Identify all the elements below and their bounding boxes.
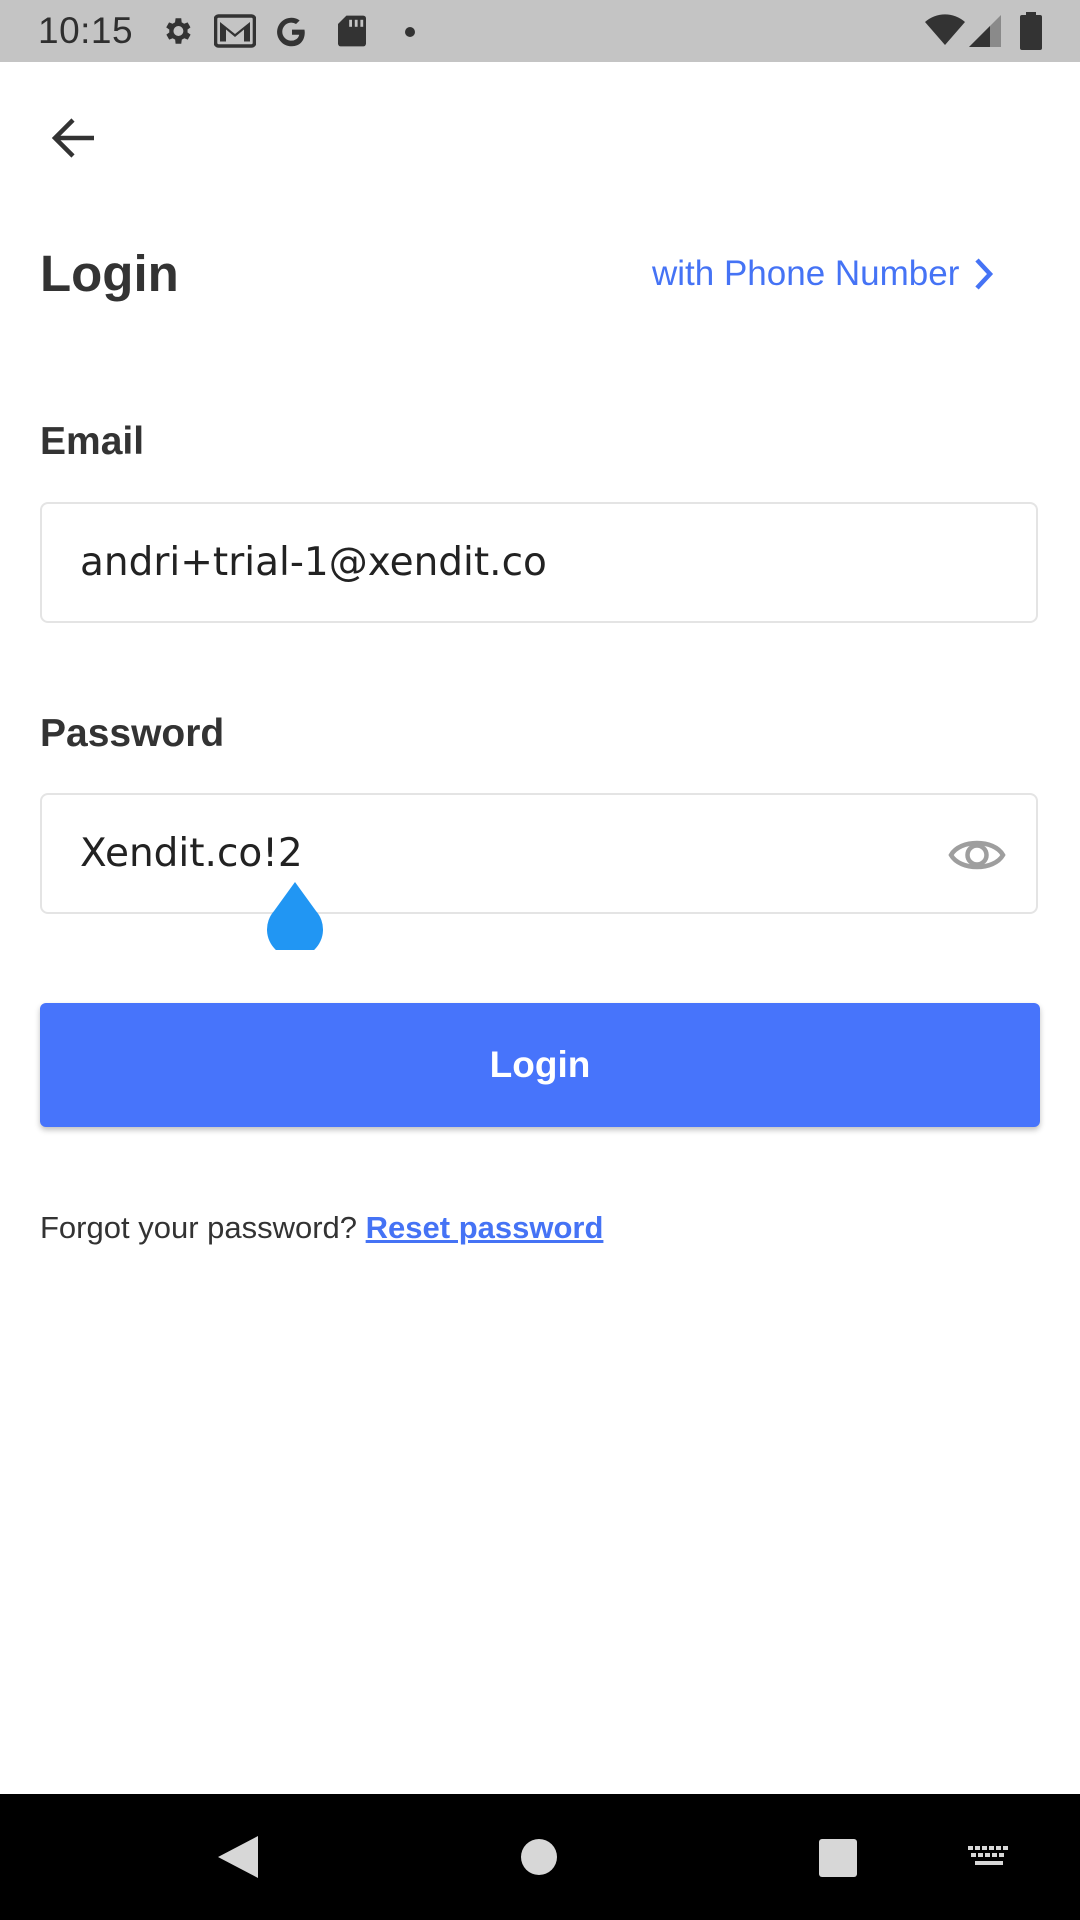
phone-number-login-link[interactable]: with Phone Number [652,248,995,300]
password-field[interactable]: Xendit.co!2 [40,793,1038,914]
password-label: Password [40,712,225,755]
phone-number-login-label: with Phone Number [652,254,960,293]
status-bar: 10:15 [0,0,1080,62]
settings-icon [166,18,191,44]
password-field-value: Xendit.co!2 [80,831,303,876]
google-icon [277,17,305,47]
login-button[interactable]: Login [40,1003,1040,1127]
dot-icon [405,27,415,37]
navigation-bar [0,1794,1080,1920]
home-circle-icon[interactable] [520,1838,558,1876]
arrow-left-icon [51,118,94,158]
status-time: 10:15 [38,10,134,51]
recents-square-icon[interactable] [818,1838,858,1878]
battery-icon [1020,12,1042,50]
cell-signal-icon [969,15,1001,47]
email-label: Email [40,420,145,463]
email-field[interactable]: andri+trial-1@xendit.co [40,502,1038,623]
page-title: Login [40,245,179,302]
forgot-password-text: Forgot your password? [40,1210,366,1245]
login-button-label: Login [489,1044,591,1085]
forgot-password-row: Forgot your password? Reset password [40,1210,603,1246]
chevron-right-icon [975,258,994,290]
email-field-value: andri+trial-1@xendit.co [80,540,547,585]
reset-password-link[interactable]: Reset password [366,1210,604,1245]
eye-icon[interactable] [948,833,1006,877]
back-triangle-icon[interactable] [216,1834,260,1880]
back-button[interactable] [36,100,112,176]
wifi-icon [925,14,965,45]
keyboard-icon[interactable] [968,1846,1010,1870]
sd-card-icon [338,15,366,47]
gmail-icon [214,14,256,48]
text-cursor-handle[interactable] [266,880,324,950]
